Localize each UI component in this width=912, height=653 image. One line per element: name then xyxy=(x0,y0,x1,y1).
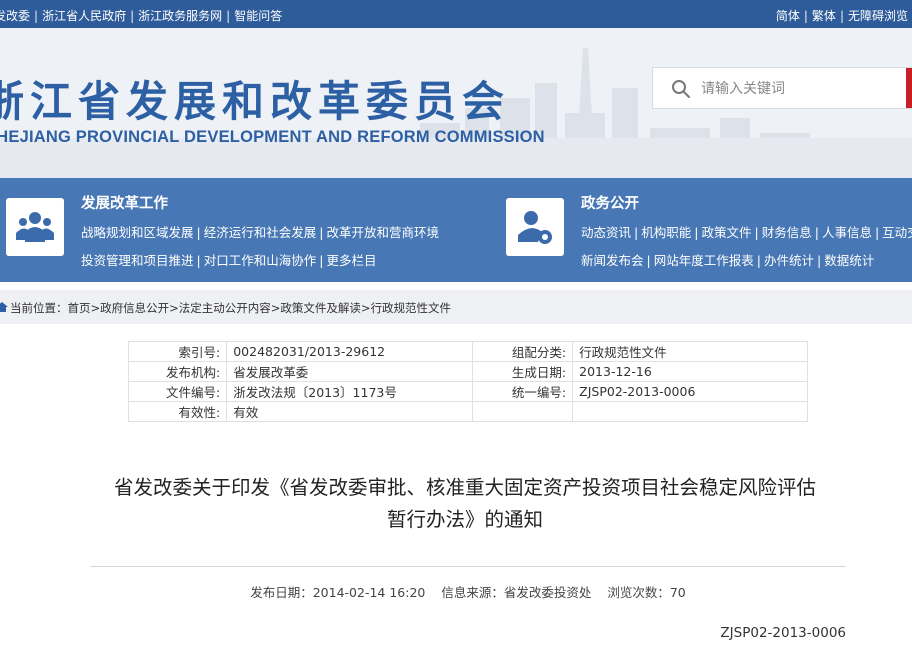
nav-link-finance[interactable]: 财务信息 xyxy=(762,225,812,240)
simplified-link[interactable]: 简体 xyxy=(776,9,800,23)
site-title-english: ZHEJIANG PROVINCIAL DEVELOPMENT AND REFO… xyxy=(0,128,545,146)
meta-value: 002482031/2013-29612 xyxy=(226,341,474,362)
search-input[interactable] xyxy=(701,76,891,102)
traditional-link[interactable]: 繁体 xyxy=(812,9,836,23)
meta-label: 索引号: xyxy=(127,341,228,362)
top-link-ndrc[interactable]: 发改委 xyxy=(0,9,30,23)
meta-empty xyxy=(472,401,574,422)
nav-reform-row1: 战略规划和区域发展 | 经济运行和社会发展 | 改革开放和营商环境 xyxy=(81,225,439,240)
search-accent-bar xyxy=(906,68,912,108)
breadcrumb-home[interactable]: 首页 xyxy=(68,301,91,315)
nav-link-interaction[interactable]: 互动交流 xyxy=(882,225,912,240)
breadcrumb-normative[interactable]: 行政规范性文件 xyxy=(371,301,452,315)
nav-band: 发展改革工作 战略规划和区域发展 | 经济运行和社会发展 | 改革开放和营商环境 投资管… xyxy=(0,178,912,282)
table-row: 文件编号: 浙发改法规〔2013〕1173号 统一编号: ZJSP02-2013… xyxy=(127,381,808,402)
meta-value: 2013-12-16 xyxy=(572,361,808,382)
nav-link-economy[interactable]: 经济运行和社会发展 xyxy=(204,225,317,240)
nav-reform-row2: 投资管理和项目推进 | 对口工作和山海协作 | 更多栏目 xyxy=(81,253,377,268)
nav-affairs-row1: 动态资讯|机构职能|政策文件|财务信息|人事信息|互动交流 xyxy=(581,222,912,241)
breadcrumb-statutory[interactable]: 法定主动公开内容 xyxy=(179,301,271,315)
nav-link-strategy[interactable]: 战略规划和区域发展 xyxy=(81,225,194,240)
meta-label: 有效性: xyxy=(127,401,228,422)
nav-link-counterpart[interactable]: 对口工作和山海协作 xyxy=(204,253,317,268)
nav-title-reform[interactable]: 发展改革工作 xyxy=(81,192,168,213)
top-links-right: 简体 | 繁体 | 无障碍浏览 xyxy=(775,9,908,23)
meta-value: ZJSP02-2013-0006 xyxy=(572,381,808,402)
accessibility-link[interactable]: 无障碍浏览 xyxy=(848,9,908,23)
top-link-service-net[interactable]: 浙江政务服务网 xyxy=(138,9,222,23)
meta-label: 生成日期: xyxy=(472,361,574,382)
breadcrumb: 当前位置：首页>政府信息公开>法定主动公开内容>政策文件及解读>行政规范性文件 xyxy=(0,290,912,324)
nav-link-news[interactable]: 动态资讯 xyxy=(581,225,631,240)
document-title-line1: 省发改委关于印发《省发改委审批、核准重大固定资产投资项目社会稳定风险评估 xyxy=(113,476,816,499)
breadcrumb-prefix: 当前位置： xyxy=(10,301,68,315)
meta-label: 发布机构: xyxy=(127,361,228,382)
nav-block-affairs: 政务公开 动态资讯|机构职能|政策文件|财务信息|人事信息|互动交流 新闻发布会… xyxy=(500,178,912,282)
nav-link-policy[interactable]: 政策文件 xyxy=(701,225,751,240)
meta-value: 行政规范性文件 xyxy=(572,341,808,362)
nav-link-investment[interactable]: 投资管理和项目推进 xyxy=(81,253,194,268)
meta-value: 有效 xyxy=(226,401,474,422)
nav-title-affairs[interactable]: 政务公开 xyxy=(581,192,639,213)
site-title: 浙江省发展和改革委员会 xyxy=(0,77,511,126)
meta-value: 省发展改革委 xyxy=(226,361,474,382)
nav-affairs-row2: 新闻发布会 | 网站年度工作报表 | 办件统计 | 数据统计 xyxy=(581,253,875,268)
nav-link-press[interactable]: 新闻发布会 xyxy=(581,253,644,268)
breadcrumb-info-public[interactable]: 政府信息公开 xyxy=(100,301,169,315)
meta-label: 组配分类: xyxy=(472,341,574,362)
breadcrumb-trail: 当前位置：首页>政府信息公开>法定主动公开内容>政策文件及解读>行政规范性文件 xyxy=(10,301,452,315)
location-icon xyxy=(0,302,8,312)
nav-link-opening[interactable]: 改革开放和营商环境 xyxy=(326,225,439,240)
meta-value: 浙发改法规〔2013〕1173号 xyxy=(226,381,474,402)
reform-work-icon[interactable] xyxy=(6,198,64,256)
info-source: 信息来源：省发改委投资处 xyxy=(441,585,592,600)
top-bar: 发改委 | 浙江省人民政府 | 浙江政务服务网 | 智能问答 简体 | 繁体 | 无障碍浏览 xyxy=(0,0,912,28)
meta-label: 统一编号: xyxy=(472,381,574,402)
document-title: 省发改委关于印发《省发改委审批、核准重大固定资产投资项目社会稳定风险评估 暂行办… xyxy=(80,472,850,536)
table-row: 索引号: 002482031/2013-29612 组配分类: 行政规范性文件 xyxy=(127,341,808,362)
people-group-icon xyxy=(16,212,54,242)
table-row: 有效性: 有效 xyxy=(127,401,808,422)
nav-link-personnel[interactable]: 人事信息 xyxy=(822,225,872,240)
publish-info: 发布日期：2014-02-14 16:20 信息来源：省发改委投资处 浏览次数：… xyxy=(90,582,846,601)
nav-link-case-stats[interactable]: 办件统计 xyxy=(764,253,814,268)
document-meta-table: 索引号: 002482031/2013-29612 组配分类: 行政规范性文件 … xyxy=(127,341,808,422)
breadcrumb-policy-docs[interactable]: 政策文件及解读 xyxy=(280,301,361,315)
nav-link-data-stats[interactable]: 数据统计 xyxy=(824,253,874,268)
top-link-province-gov[interactable]: 浙江省人民政府 xyxy=(42,9,126,23)
divider xyxy=(90,566,846,567)
nav-link-functions[interactable]: 机构职能 xyxy=(641,225,691,240)
table-row: 发布机构: 省发展改革委 生成日期: 2013-12-16 xyxy=(127,361,808,382)
top-links-left: 发改委 | 浙江省人民政府 | 浙江政务服务网 | 智能问答 xyxy=(0,7,282,24)
search-icon[interactable] xyxy=(671,79,691,99)
publish-date: 发布日期：2014-02-14 16:20 xyxy=(250,585,426,600)
document-title-line2: 暂行办法》的通知 xyxy=(386,508,543,531)
nav-link-annual-report[interactable]: 网站年度工作报表 xyxy=(654,253,754,268)
view-count: 浏览次数：70 xyxy=(607,585,686,600)
gov-affairs-icon[interactable] xyxy=(506,198,564,256)
document-number: ZJSP02-2013-0006 xyxy=(720,625,846,641)
top-link-smart-qa[interactable]: 智能问答 xyxy=(234,9,282,23)
header-banner: 浙江省发展和改革委员会 ZHEJIANG PROVINCIAL DEVELOPM… xyxy=(0,28,912,178)
meta-label: 文件编号: xyxy=(127,381,228,402)
meta-empty xyxy=(572,401,808,422)
nav-link-more[interactable]: 更多栏目 xyxy=(326,253,376,268)
nav-block-reform: 发展改革工作 战略规划和区域发展 | 经济运行和社会发展 | 改革开放和营商环境 投资管… xyxy=(0,178,500,282)
search-box xyxy=(652,67,912,109)
user-gear-icon xyxy=(518,211,552,244)
